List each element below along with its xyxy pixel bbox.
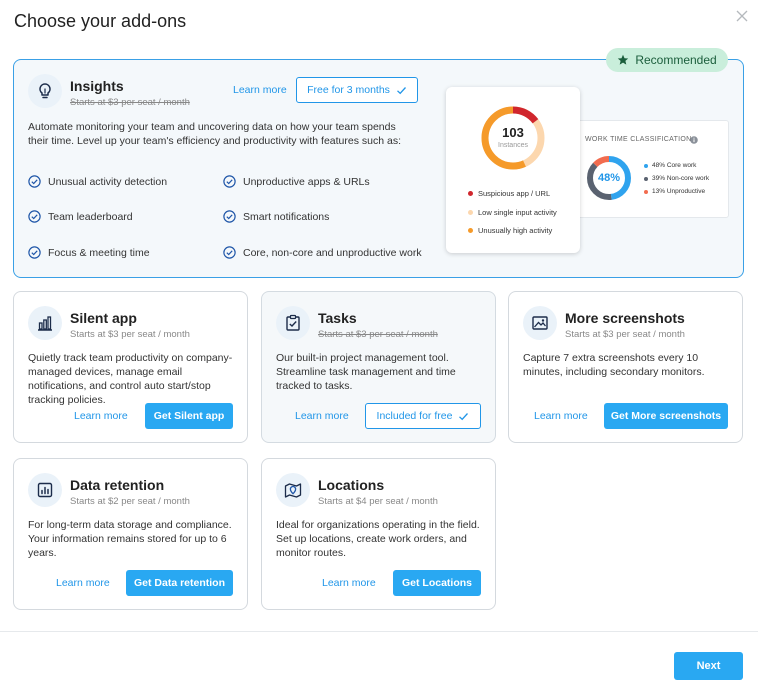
addon-description: Quietly track team productivity on compa… [28, 352, 233, 406]
get-locations-button[interactable]: Get Locations [393, 570, 481, 596]
addon-card-silent-app: Silent app Starts at $3 per seat / month… [13, 291, 248, 443]
screenshots-learn-more-link[interactable]: Learn more [534, 410, 588, 422]
addon-card-more-screenshots: More screenshots Starts at $3 per seat /… [508, 291, 743, 443]
modal-title: Choose your add-ons [14, 11, 187, 31]
work-time-legend-item: 13% Unproductive [644, 188, 705, 195]
tasks-cta-label: Included for free [376, 410, 453, 422]
checkmark-icon [396, 86, 406, 94]
feature-item: Focus & meeting time [28, 246, 150, 259]
insights-description: Automate monitoring your team and uncove… [28, 121, 401, 147]
feature-item: Unusual activity detection [28, 175, 167, 188]
feature-item: Smart notifications [223, 210, 329, 223]
insights-title: Insights [70, 78, 124, 94]
work-time-legend-item: 48% Core work [644, 162, 696, 169]
check-circle-icon [28, 210, 41, 223]
addon-card-locations: Locations Starts at $4 per seat / month … [261, 458, 496, 610]
instances-legend-item: Low single input activity [468, 208, 557, 217]
insights-learn-more-link[interactable]: Learn more [233, 84, 287, 96]
feature-item: Core, non-core and unproductive work [223, 246, 422, 259]
get-more-screenshots-button[interactable]: Get More screenshots [604, 403, 728, 429]
addon-description: Our built-in project management tool. St… [276, 352, 456, 392]
insights-icon-wrap [28, 74, 62, 108]
instances-count: 103 [502, 125, 524, 140]
check-circle-icon [223, 210, 236, 223]
addon-price: Starts at $3 per seat / month [70, 329, 190, 340]
check-circle-icon [223, 175, 236, 188]
insights-cta-label: Free for 3 months [307, 84, 390, 96]
star-icon [618, 54, 629, 65]
check-circle-icon [223, 246, 236, 259]
recommended-badge: Recommended [606, 48, 728, 72]
instances-preview: 103 Instances Suspicious app / URL Low s… [446, 87, 580, 253]
feature-item: Team leaderboard [28, 210, 133, 223]
addon-price: Starts at $3 per seat / month [318, 329, 438, 340]
feature-item: Unproductive apps & URLs [223, 175, 370, 188]
check-circle-icon [28, 246, 41, 259]
addon-title: Data retention [70, 477, 165, 493]
insights-free-trial-button[interactable]: Free for 3 months [296, 77, 418, 103]
work-time-preview: WORK TIME CLASSIFICATION 48% 48% Core wo… [575, 120, 729, 218]
silent-app-icon-wrap [28, 306, 62, 340]
get-silent-app-button[interactable]: Get Silent app [145, 403, 233, 429]
addon-description: Capture 7 extra screenshots every 10 min… [523, 352, 705, 378]
addon-price: Starts at $2 per seat / month [70, 496, 190, 507]
instances-legend-item: Unusually high activity [468, 226, 552, 235]
data-retention-learn-more-link[interactable]: Learn more [56, 577, 110, 589]
addon-description: Ideal for organizations operating in the… [276, 519, 480, 559]
footer-divider [0, 631, 758, 632]
info-icon [690, 136, 698, 144]
work-time-percent: 48% [597, 172, 621, 184]
checkmark-icon [459, 412, 469, 420]
work-time-title: WORK TIME CLASSIFICATION [585, 136, 692, 143]
locations-learn-more-link[interactable]: Learn more [322, 577, 376, 589]
instances-label: Instances [498, 142, 528, 149]
addon-card-tasks: Tasks Starts at $3 per seat / month Our … [261, 291, 496, 443]
tasks-icon-wrap [276, 306, 310, 340]
addon-description: For long-term data storage and complianc… [28, 519, 232, 559]
bar-chart-icon [38, 316, 52, 331]
insights-price: Starts at $3 per seat / month [70, 97, 190, 108]
get-data-retention-button[interactable]: Get Data retention [126, 570, 233, 596]
work-time-legend-item: 39% Non-core work [644, 175, 709, 182]
silent-app-learn-more-link[interactable]: Learn more [74, 410, 128, 422]
data-retention-icon-wrap [28, 473, 62, 507]
check-circle-icon [28, 175, 41, 188]
addon-title: Silent app [70, 310, 137, 326]
screenshots-icon-wrap [523, 306, 557, 340]
addon-price: Starts at $3 per seat / month [565, 329, 685, 340]
chart-box-icon [37, 482, 53, 498]
next-button[interactable]: Next [674, 652, 743, 680]
image-icon [532, 316, 548, 330]
clipboard-check-icon [286, 314, 300, 331]
tasks-included-button[interactable]: Included for free [365, 403, 481, 429]
addon-price: Starts at $4 per seat / month [318, 496, 438, 507]
close-icon[interactable] [735, 9, 749, 23]
lightbulb-icon [39, 83, 51, 99]
locations-icon-wrap [276, 473, 310, 507]
instances-legend-item: Suspicious app / URL [468, 189, 550, 198]
addon-card-data-retention: Data retention Starts at $2 per seat / m… [13, 458, 248, 610]
addon-title: Locations [318, 477, 385, 493]
addon-title: Tasks [318, 310, 357, 326]
map-pin-icon [284, 483, 302, 498]
tasks-learn-more-link[interactable]: Learn more [295, 410, 349, 422]
addon-title: More screenshots [565, 310, 685, 326]
recommended-label: Recommended [635, 53, 717, 67]
